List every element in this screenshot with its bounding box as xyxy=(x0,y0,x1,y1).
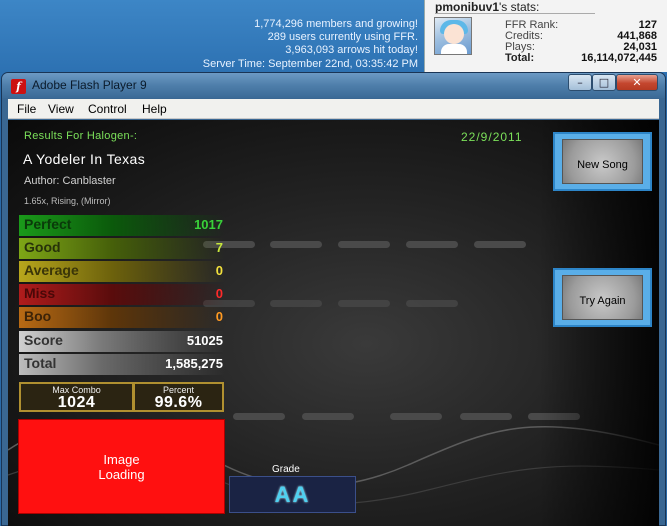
bg-dash xyxy=(338,241,390,248)
maximize-button[interactable]: □ xyxy=(592,74,616,91)
judgement-label: Average xyxy=(24,262,79,278)
title-divider xyxy=(435,13,595,14)
bg-dash xyxy=(406,241,458,248)
menu-view[interactable]: View xyxy=(48,102,74,116)
bg-dash xyxy=(338,300,390,307)
judgement-average: Average 0 xyxy=(19,261,225,282)
judgement-perfect: Perfect 1017 xyxy=(19,215,225,236)
bg-dash xyxy=(270,300,322,307)
users-online: 289 users currently using FFR. xyxy=(267,31,418,44)
song-title: A Yodeler In Texas xyxy=(23,151,146,167)
max-combo-box: Max Combo 1024 xyxy=(19,382,134,412)
user-stats-title: pmonibuv1's stats: xyxy=(435,0,539,14)
judgement-value: 7 xyxy=(215,240,223,255)
judgement-value: 0 xyxy=(215,286,223,301)
score-label: Score xyxy=(24,332,63,348)
percent-value: 99.6% xyxy=(154,394,203,411)
members-count: 1,774,296 members and growing! xyxy=(254,18,418,30)
flash-player-window: f Adobe Flash Player 9 – □ ✕ File View C… xyxy=(1,72,666,526)
menu-bar: File View Control Help xyxy=(8,99,659,119)
grade-value: AA xyxy=(274,482,311,507)
image-loading-placeholder: Image Loading xyxy=(18,419,225,514)
score-value: 51025 xyxy=(186,333,223,348)
new-song-button[interactable]: New Song xyxy=(553,132,652,191)
bg-dash xyxy=(406,300,458,307)
server-time: Server Time: September 22nd, 03:35:42 PM xyxy=(202,57,418,70)
judgement-label: Boo xyxy=(24,308,52,324)
bg-dash xyxy=(474,241,526,248)
score-row: Score 51025 xyxy=(19,331,225,352)
song-author: Author: Canblaster xyxy=(24,175,116,187)
judgement-label: Perfect xyxy=(24,216,72,232)
window-title: Adobe Flash Player 9 xyxy=(32,78,147,92)
total-row: Total 1,585,275 xyxy=(19,354,225,375)
judgement-miss: Miss 0 xyxy=(19,284,225,305)
results-screen: Results For Halogen-: 22/9/2011 A Yodele… xyxy=(8,120,659,526)
results-date: 22/9/2011 xyxy=(461,130,523,144)
close-button[interactable]: ✕ xyxy=(616,74,658,91)
stat-total: Total: 16,114,072,445 xyxy=(505,52,657,64)
minimize-button[interactable]: – xyxy=(568,74,592,91)
window-titlebar[interactable]: f Adobe Flash Player 9 – □ ✕ xyxy=(2,73,665,98)
arrows-today: 3,963,093 arrows hit today! xyxy=(285,44,418,57)
stats-suffix: 's stats: xyxy=(499,0,540,14)
max-combo-value: 1024 xyxy=(57,394,96,411)
flash-app-icon: f xyxy=(11,79,26,94)
judgement-value: 1017 xyxy=(194,217,223,232)
new-song-label: New Song xyxy=(577,159,628,171)
judgement-value: 0 xyxy=(215,309,223,324)
judgement-label: Good xyxy=(24,239,61,255)
results-header: Results For Halogen-: xyxy=(24,130,138,142)
judgement-boo: Boo 0 xyxy=(19,307,225,328)
try-again-button[interactable]: Try Again xyxy=(553,268,652,327)
menu-file[interactable]: File xyxy=(17,102,36,116)
play-modifiers: 1.65x, Rising, (Mirror) xyxy=(24,196,111,206)
grade-label: Grade xyxy=(272,464,300,475)
judgement-value: 0 xyxy=(215,263,223,278)
site-stats: 1,774,296 members and growing! 289 users… xyxy=(160,18,418,71)
avatar[interactable] xyxy=(434,17,472,55)
percent-box: Percent 99.6% xyxy=(133,382,224,412)
judgement-good: Good 7 xyxy=(19,238,225,259)
bg-dash xyxy=(270,241,322,248)
total-label: Total xyxy=(24,355,57,371)
try-again-label: Try Again xyxy=(579,295,626,307)
user-stats-panel: pmonibuv1's stats: FFR Rank: 127 Credits… xyxy=(424,0,667,72)
menu-control[interactable]: Control xyxy=(88,102,127,116)
username-link[interactable]: pmonibuv1 xyxy=(435,0,499,14)
menu-help[interactable]: Help xyxy=(142,102,167,116)
judgement-label: Miss xyxy=(24,285,56,301)
grade-box: AA xyxy=(229,476,356,513)
total-value: 1,585,275 xyxy=(165,356,223,371)
